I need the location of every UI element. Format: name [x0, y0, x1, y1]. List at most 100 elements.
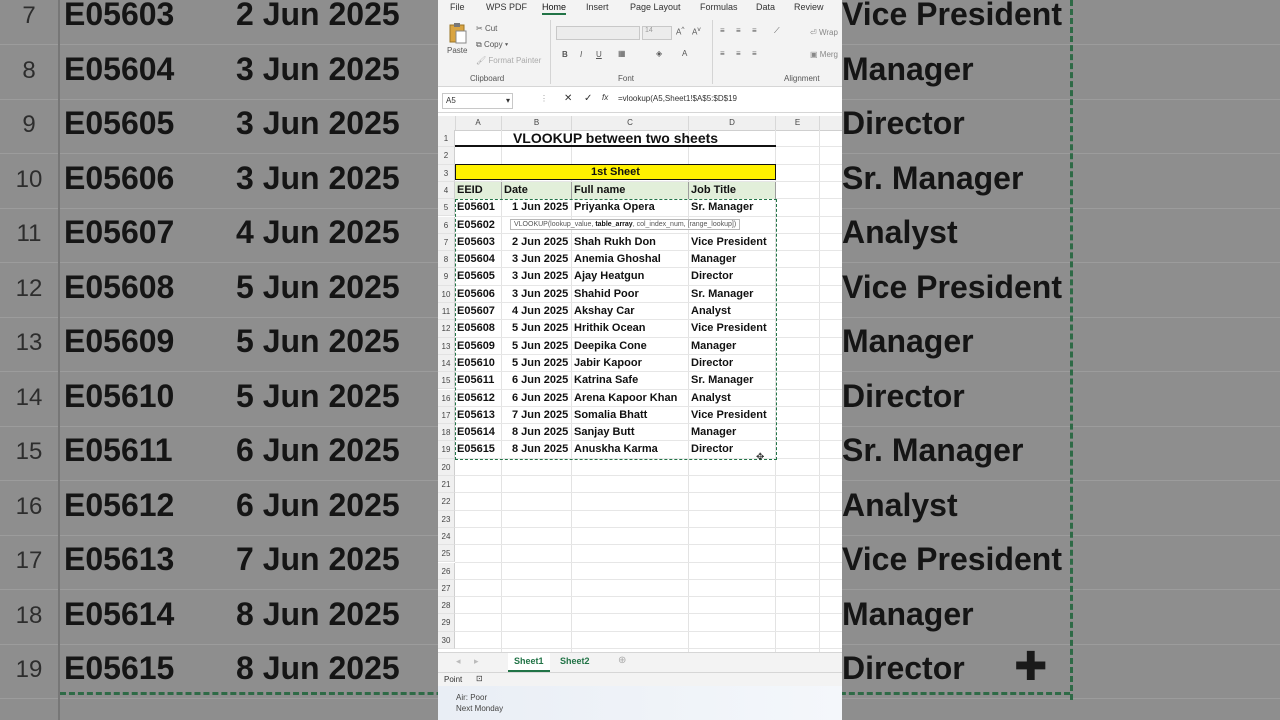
table-cell[interactable]: Manager [691, 251, 775, 268]
menu-insert[interactable]: Insert [586, 2, 609, 12]
next-sheet-icon[interactable]: ▸ [474, 656, 479, 667]
name-box[interactable]: A5 ▾ [442, 93, 513, 109]
align-top-icon[interactable]: ≡ [720, 26, 725, 35]
table-cell[interactable]: 3 Jun 2025 [512, 251, 571, 268]
font-name-dropdown[interactable] [556, 26, 640, 40]
align-middle-icon[interactable]: ≡ [736, 26, 741, 35]
row-header-24[interactable]: 24 [438, 527, 455, 546]
table-cell[interactable]: E05608 [457, 320, 501, 337]
menu-home[interactable]: Home [542, 2, 567, 15]
table-cell[interactable]: Vice President [691, 407, 775, 424]
table-cell[interactable]: Director [691, 268, 775, 285]
table-cell[interactable]: E05612 [457, 390, 501, 407]
row-header-1[interactable]: 1 [438, 130, 455, 148]
table-cell[interactable]: E05607 [457, 303, 501, 320]
menu-file[interactable]: File [450, 2, 465, 12]
column-header-d[interactable]: D [689, 116, 776, 130]
table-cell[interactable]: Anuskha Karma [574, 441, 688, 458]
menu-data[interactable]: Data [756, 2, 775, 12]
paste-button[interactable] [448, 22, 468, 44]
row-header-17[interactable]: 17 [438, 406, 455, 425]
table-cell[interactable]: Manager [691, 338, 775, 355]
row-header-21[interactable]: 21 [438, 476, 455, 494]
table-cell[interactable]: Sanjay Butt [574, 424, 688, 441]
align-left-icon[interactable]: ≡ [720, 49, 725, 58]
select-all-corner[interactable] [438, 116, 456, 130]
table-cell[interactable]: Anemia Ghoshal [574, 251, 688, 268]
table-cell[interactable]: E05601 [457, 199, 501, 216]
insert-function-icon[interactable]: fx [602, 93, 608, 102]
table-cell[interactable]: Priyanka Opera [574, 199, 688, 216]
table-cell[interactable]: Arena Kapoor Khan [574, 390, 688, 407]
align-bottom-icon[interactable]: ≡ [752, 26, 757, 35]
row-header-6[interactable]: 6 [438, 216, 455, 234]
row-header-20[interactable]: 20 [438, 458, 455, 476]
formula-input[interactable]: =vlookup(A5,Sheet1!$A$5:$D$19 [618, 94, 737, 103]
table-cell[interactable]: Manager [691, 424, 775, 441]
menu-wps-pdf[interactable]: WPS PDF [486, 2, 527, 12]
table-cell[interactable]: Akshay Car [574, 303, 688, 320]
row-header-22[interactable]: 22 [438, 493, 455, 511]
table-cell[interactable]: Somalia Bhatt [574, 407, 688, 424]
table-cell[interactable]: E05603 [457, 234, 501, 251]
menu-formulas[interactable]: Formulas [700, 2, 738, 12]
table-cell[interactable]: E05604 [457, 251, 501, 268]
column-header-e[interactable]: E [776, 116, 820, 130]
enter-icon[interactable]: ✓ [584, 93, 592, 104]
row-header-4[interactable]: 4 [438, 181, 455, 200]
underline-button[interactable]: U [596, 50, 602, 59]
row-header-2[interactable]: 2 [438, 147, 455, 165]
table-cell[interactable]: Ajay Heatgun [574, 268, 688, 285]
grow-font-button[interactable]: A^ [676, 26, 684, 37]
font-color-icon[interactable]: A [682, 49, 687, 58]
tab-sheet1[interactable]: Sheet1 [508, 653, 550, 672]
borders-icon[interactable]: ▦ [618, 49, 626, 58]
row-header-29[interactable]: 29 [438, 614, 455, 632]
table-cell[interactable]: 8 Jun 2025 [512, 424, 571, 441]
table-cell[interactable]: 4 Jun 2025 [512, 303, 571, 320]
table-cell[interactable]: Analyst [691, 303, 775, 320]
row-header-30[interactable]: 30 [438, 631, 455, 649]
align-center-icon[interactable]: ≡ [736, 49, 741, 58]
fill-color-icon[interactable]: ◈ [656, 49, 662, 58]
align-right-icon[interactable]: ≡ [752, 49, 757, 58]
format-painter-button[interactable]: 🖌 Format Painter [476, 56, 541, 65]
table-cell[interactable]: Shah Rukh Don [574, 234, 688, 251]
cancel-icon[interactable]: ✕ [564, 93, 572, 104]
weather-status[interactable]: Air: Poor [456, 693, 487, 702]
table-cell[interactable]: 5 Jun 2025 [512, 355, 571, 372]
table-cell[interactable]: E05615 [457, 441, 501, 458]
table-cell[interactable]: Sr. Manager [691, 286, 775, 303]
wrap-text-button[interactable]: ⏎ Wrap [810, 28, 838, 37]
row-header-10[interactable]: 10 [438, 285, 455, 303]
row-header-18[interactable]: 18 [438, 424, 455, 442]
row-header-16[interactable]: 16 [438, 389, 455, 407]
orientation-icon[interactable]: ⟋ [774, 26, 780, 36]
column-header-b[interactable]: B [502, 116, 572, 130]
table-cell[interactable]: Director [691, 355, 775, 372]
column-header-c[interactable]: C [572, 116, 689, 130]
row-header-7[interactable]: 7 [438, 233, 455, 252]
add-sheet-icon[interactable]: ⊕ [618, 655, 626, 666]
table-cell[interactable]: Katrina Safe [574, 372, 688, 389]
table-cell[interactable]: 6 Jun 2025 [512, 390, 571, 407]
copy-button[interactable]: ⧉ Copy ▾ [476, 40, 508, 50]
row-header-23[interactable]: 23 [438, 510, 455, 528]
cut-button[interactable]: ✂ Cut [476, 24, 497, 33]
italic-button[interactable]: I [580, 50, 582, 59]
row-header-13[interactable]: 13 [438, 337, 455, 355]
table-cell[interactable]: 8 Jun 2025 [512, 441, 571, 458]
menu-review[interactable]: Review [794, 2, 824, 12]
merge-button[interactable]: ▣ Merg [810, 50, 838, 59]
macro-record-icon[interactable]: ⊡ [476, 674, 483, 683]
table-cell[interactable]: 7 Jun 2025 [512, 407, 571, 424]
table-cell[interactable]: Hrithik Ocean [574, 320, 688, 337]
table-cell[interactable]: E05606 [457, 286, 501, 303]
table-cell[interactable]: 1 Jun 2025 [512, 199, 571, 216]
table-cell[interactable]: Analyst [691, 390, 775, 407]
table-cell[interactable]: E05609 [457, 338, 501, 355]
table-cell[interactable]: 3 Jun 2025 [512, 268, 571, 285]
prev-sheet-icon[interactable]: ◂ [456, 656, 461, 667]
row-header-3[interactable]: 3 [438, 164, 455, 182]
table-cell[interactable]: Vice President [691, 234, 775, 251]
